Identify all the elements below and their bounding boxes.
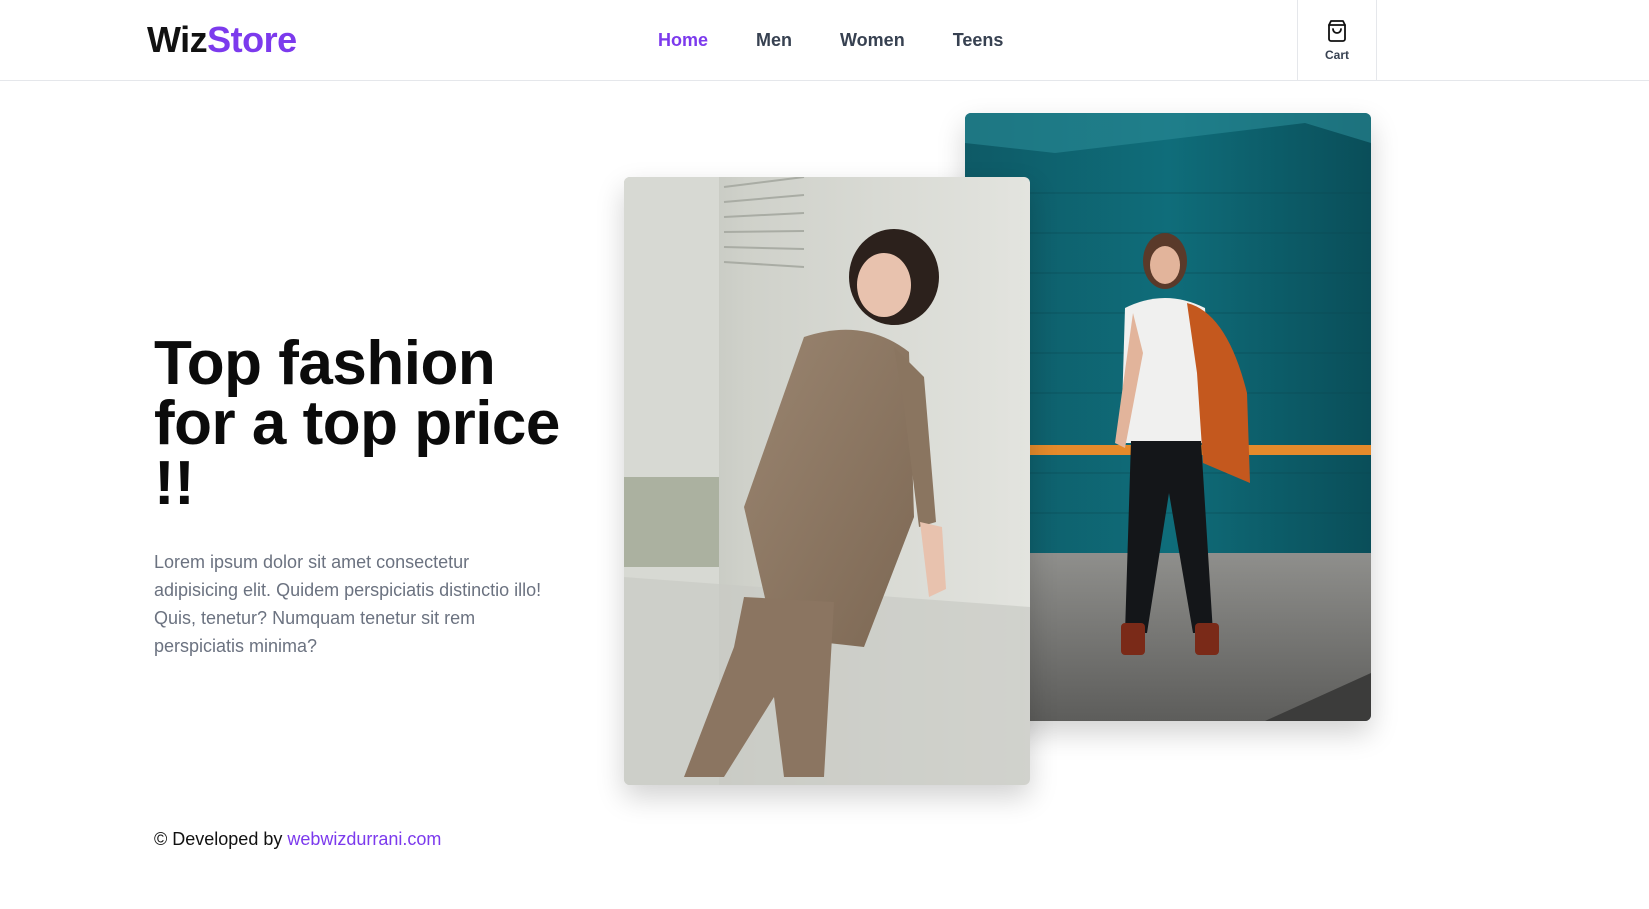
fashion-photo-graphic: [624, 177, 1030, 785]
cart-button[interactable]: Cart: [1297, 0, 1377, 81]
developer-link[interactable]: webwizdurrani.com: [287, 829, 441, 849]
nav-teens[interactable]: Teens: [953, 28, 1004, 52]
footer-credit: © Developed by webwizdurrani.com: [154, 827, 441, 851]
hero-image-brown-suit: [624, 177, 1030, 785]
logo-store: Store: [207, 19, 297, 60]
main-nav: Home Men Women Teens: [658, 28, 1003, 52]
site-header: WizStore Home Men Women Teens Cart: [0, 0, 1649, 81]
hero-description: Lorem ipsum dolor sit amet consectetur a…: [154, 552, 542, 656]
nav-women[interactable]: Women: [840, 28, 905, 52]
nav-men[interactable]: Men: [756, 28, 792, 52]
footer-prefix: © Developed by: [154, 829, 283, 849]
shopping-bag-icon: [1328, 19, 1346, 42]
hero-title: Top fashion for a top price !!: [154, 329, 560, 518]
cart-label: Cart: [1324, 47, 1349, 62]
logo-wiz: Wiz: [147, 19, 208, 60]
logo[interactable]: WizStore: [147, 18, 297, 62]
nav-home[interactable]: Home: [658, 28, 708, 52]
